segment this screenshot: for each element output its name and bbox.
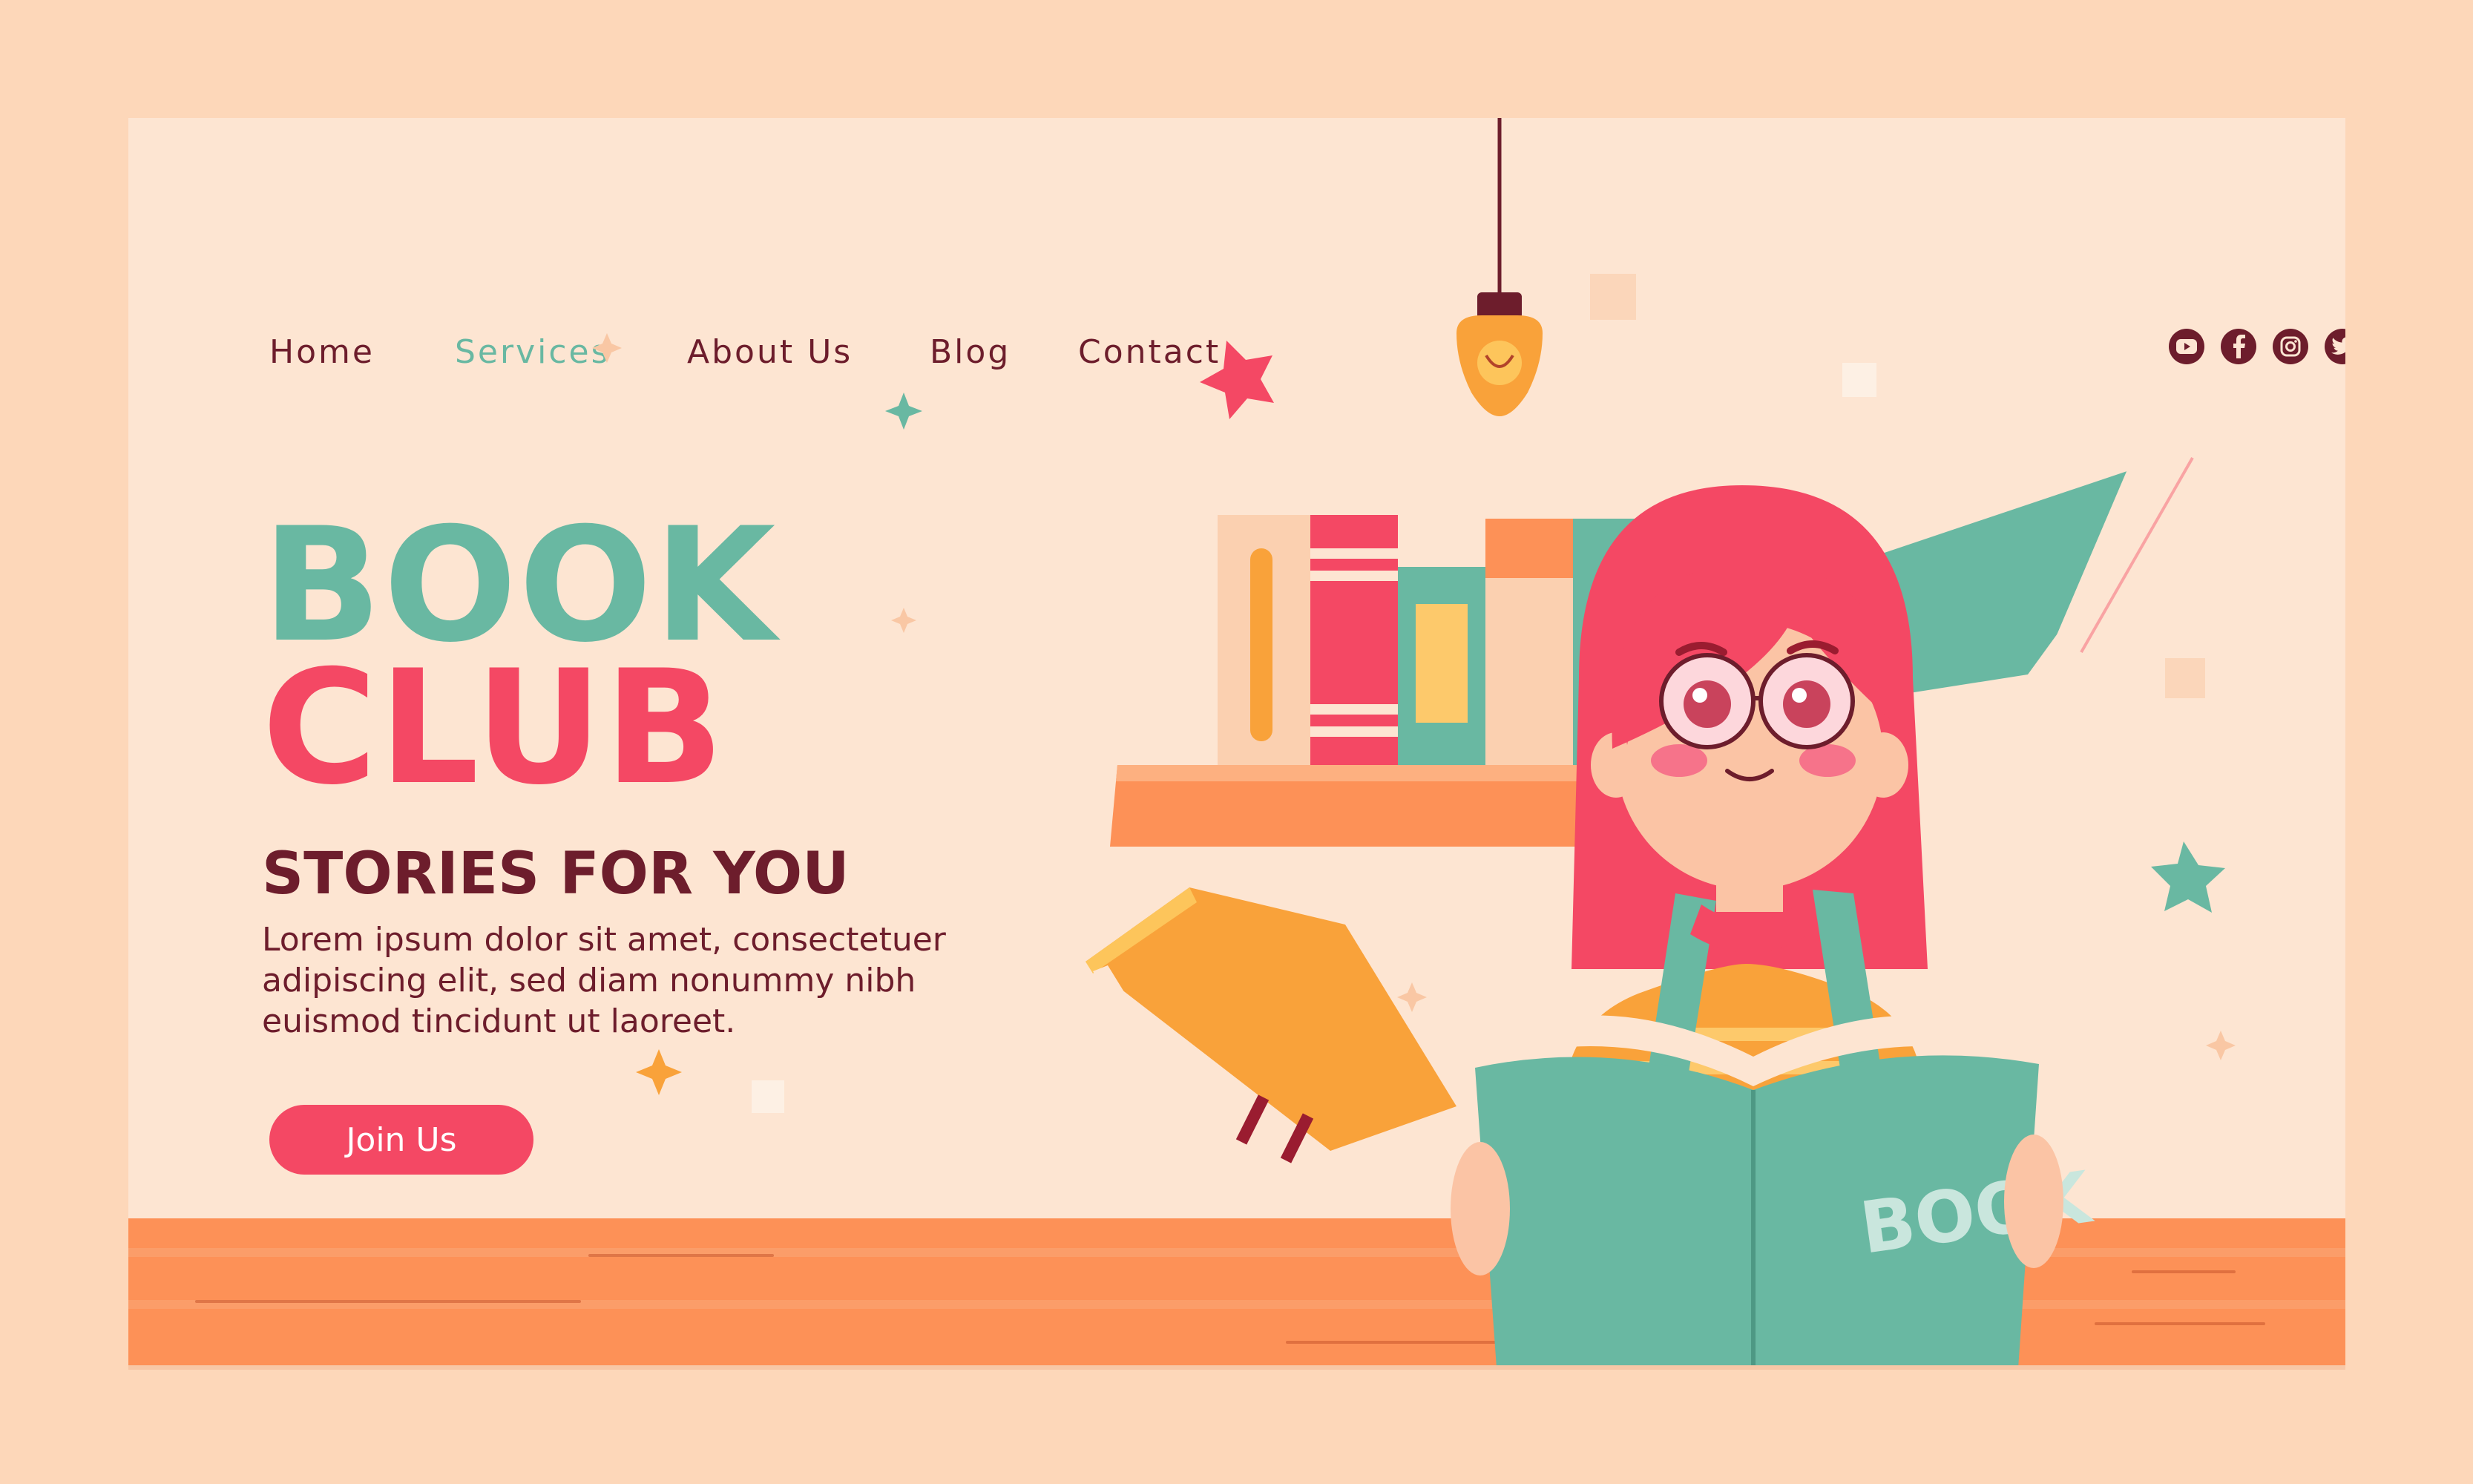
reading-girl-illustration: BOOK: [592, 118, 2236, 1365]
red-star: [1200, 341, 1274, 419]
hanging-lamp-icon: [1456, 118, 1543, 416]
teal-star: [2151, 841, 2225, 913]
flying-book-yellow: [1086, 887, 1456, 1178]
landing-card: Home Services About Us Blog Contact BOOK…: [128, 118, 2345, 1365]
